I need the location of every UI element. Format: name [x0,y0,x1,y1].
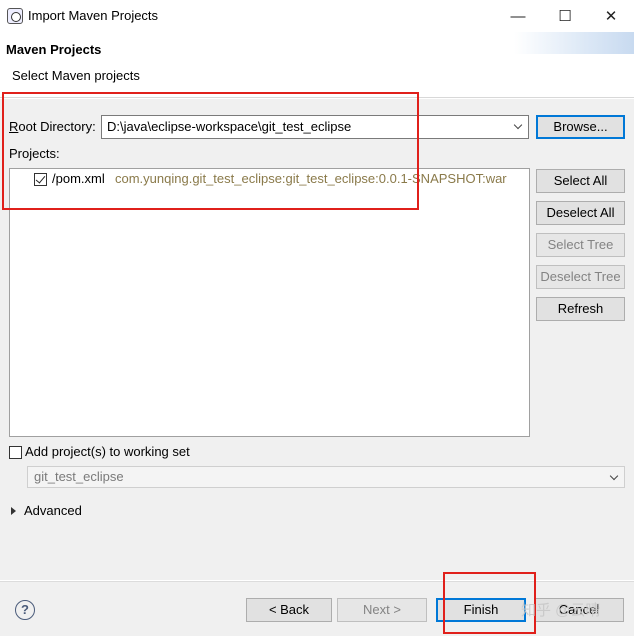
banner-graphic [514,32,634,54]
select-tree-button[interactable]: Select Tree [536,233,625,257]
refresh-button[interactable]: Refresh [536,297,625,321]
watermark: 知乎 @云晴 [521,602,601,619]
working-set-combo[interactable]: git_test_eclipse [27,466,625,488]
minimize-icon: — [510,7,526,25]
minimize-button[interactable]: — [495,2,541,30]
close-button[interactable]: ✕ [588,2,634,30]
advanced-section-toggle[interactable]: Advanced [24,503,82,518]
maximize-icon: ☐ [558,8,572,25]
maximize-button[interactable]: ☐ [542,2,588,30]
annotation-box-root-directory [2,92,419,210]
chevron-down-icon[interactable] [514,121,524,131]
deselect-all-button[interactable]: Deselect All [536,201,625,225]
working-set-checkbox[interactable] [9,446,22,459]
select-all-button[interactable]: Select All [536,169,625,193]
expand-arrow-icon[interactable] [11,507,16,515]
browse-button[interactable]: Browse... [536,115,625,139]
working-set-value: git_test_eclipse [34,469,124,484]
page-title: Maven Projects [6,42,102,57]
next-button[interactable]: Next > [337,598,427,622]
deselect-tree-button[interactable]: Deselect Tree [536,265,625,289]
working-set-label[interactable]: Add project(s) to working set [25,444,190,459]
app-icon [7,8,23,24]
window-title: Import Maven Projects [28,8,159,23]
back-button[interactable]: < Back [246,598,332,622]
chevron-down-icon[interactable] [610,472,620,482]
close-icon: ✕ [604,8,618,25]
page-description: Select Maven projects [12,68,140,83]
help-icon[interactable]: ? [15,600,35,620]
